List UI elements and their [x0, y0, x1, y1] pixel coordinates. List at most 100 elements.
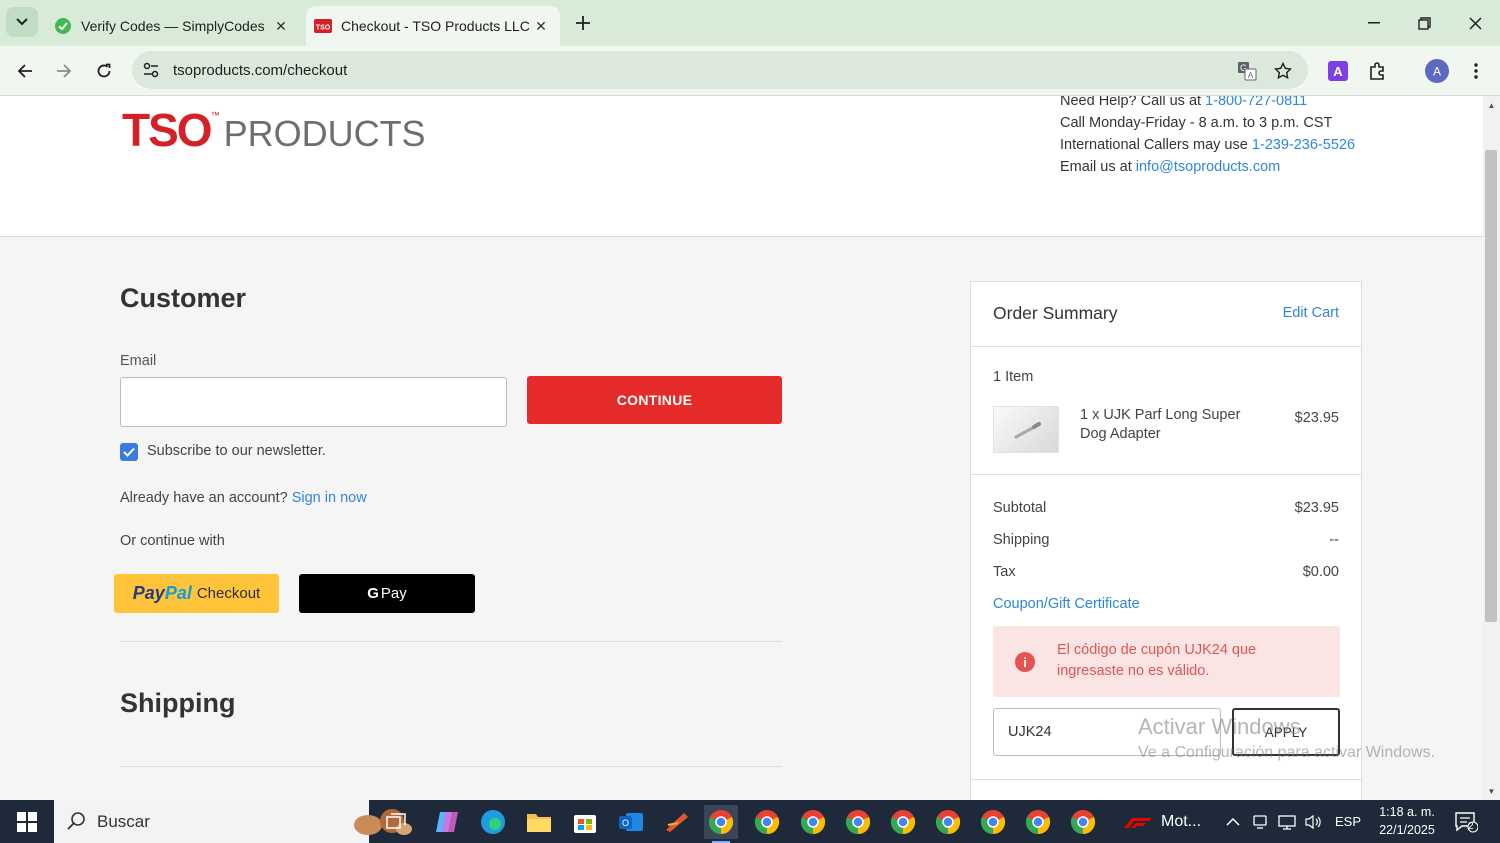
- chrome-icon: [980, 810, 1006, 835]
- show-hidden-icons-button[interactable]: [1226, 800, 1240, 843]
- close-window-button[interactable]: [1460, 8, 1490, 38]
- copilot-button[interactable]: [430, 805, 464, 839]
- tax-value: $0.00: [1302, 564, 1339, 580]
- extensions-button[interactable]: [1365, 58, 1391, 84]
- email-link[interactable]: info@tsoproducts.com: [1136, 159, 1280, 175]
- f1-logo-icon: [1124, 817, 1152, 828]
- chevron-up-icon: [1226, 817, 1240, 826]
- item-name: 1 x UJK Parf Long Super Dog Adapter: [1080, 407, 1241, 442]
- reload-button[interactable]: [89, 56, 119, 86]
- task-view-button[interactable]: [379, 805, 413, 839]
- help-intl-line: International Callers may use 1-239-236-…: [1060, 137, 1356, 153]
- restore-button[interactable]: [1409, 8, 1439, 38]
- paypal-logo-pay: Pay: [132, 583, 165, 603]
- chrome-profile-n-button[interactable]: [931, 805, 965, 839]
- account-prompt: Already have an account? Sign in now: [120, 490, 367, 506]
- system-clock[interactable]: 1:18 a. m. 22/1/2025: [1364, 803, 1450, 839]
- app-button[interactable]: [660, 805, 694, 839]
- product-image-icon: [1014, 422, 1041, 439]
- edit-cart-link[interactable]: Edit Cart: [1283, 305, 1339, 321]
- edge-button[interactable]: [476, 805, 510, 839]
- forward-button[interactable]: [49, 56, 79, 86]
- volume-button[interactable]: [1305, 800, 1323, 843]
- url-text[interactable]: tsoproducts.com/checkout: [173, 62, 347, 79]
- network-button[interactable]: [1278, 800, 1296, 843]
- subtotal-value: $23.95: [1294, 500, 1339, 516]
- customer-heading: Customer: [120, 283, 247, 313]
- shipping-heading: Shipping: [120, 688, 236, 718]
- coupon-gift-certificate-link[interactable]: Coupon/Gift Certificate: [993, 596, 1140, 612]
- scroll-up-arrow-icon[interactable]: ▲: [1483, 98, 1500, 112]
- google-pay-button[interactable]: G Pay: [299, 574, 475, 613]
- gpay-label: Pay: [380, 585, 407, 602]
- meet-now-button[interactable]: [1252, 800, 1268, 843]
- tab-close-icon[interactable]: ✕: [530, 15, 552, 37]
- chrome-profile-j3-button[interactable]: [886, 805, 920, 839]
- help-email-line: Email us at info@tsoproducts.com: [1060, 159, 1281, 175]
- arrow-left-icon: [17, 64, 32, 78]
- chrome-icon: [1070, 810, 1096, 835]
- scroll-down-arrow-icon[interactable]: ▼: [1483, 784, 1500, 798]
- newsletter-label[interactable]: Subscribe to our newsletter.: [147, 443, 326, 459]
- tab-title: Checkout - TSO Products LLC.: [341, 18, 530, 34]
- tso-logo[interactable]: TSO ™ PRODUCTS: [122, 106, 426, 154]
- tab-simplycodes[interactable]: Verify Codes — SimplyCodes ✕: [44, 6, 300, 46]
- chrome-profile-y-button[interactable]: [1066, 805, 1100, 839]
- notifications-button[interactable]: 2: [1454, 800, 1478, 843]
- chrome-profile-n2-button[interactable]: [976, 805, 1010, 839]
- extension-a-button[interactable]: A: [1325, 58, 1351, 84]
- section-divider: [120, 766, 782, 767]
- tab-close-icon[interactable]: ✕: [270, 15, 292, 37]
- site-settings-icon[interactable]: [142, 61, 160, 79]
- phone-link[interactable]: 1-800-727-0811: [1205, 96, 1307, 109]
- bookmark-button[interactable]: [1272, 60, 1294, 82]
- chrome-icon: [708, 810, 734, 835]
- microsoft-store-button[interactable]: [568, 805, 602, 839]
- paypal-checkout-button[interactable]: Pay Pal Checkout: [114, 574, 279, 613]
- close-icon: [1468, 16, 1482, 30]
- chrome-profile-n3-button[interactable]: [1021, 805, 1055, 839]
- chrome-icon: [1025, 810, 1051, 835]
- shipping-label: Shipping: [993, 532, 1050, 548]
- chrome-icon: [754, 810, 780, 835]
- chrome-profile-j-button[interactable]: [750, 805, 784, 839]
- sign-in-link[interactable]: Sign in now: [292, 490, 367, 506]
- paypal-checkout-text: Checkout: [196, 585, 261, 602]
- tab-checkout[interactable]: TSO Checkout - TSO Products LLC. ✕: [306, 6, 560, 46]
- plus-icon: [576, 16, 590, 30]
- google-g-icon: G: [367, 585, 379, 602]
- taskbar-search[interactable]: Buscar: [54, 800, 412, 843]
- avatar: A: [1425, 59, 1449, 83]
- help-info: Need Help? Call us at 1-800-727-0811 Cal…: [1060, 96, 1355, 178]
- paypal-logo-pal: Pal: [164, 583, 192, 603]
- chrome-profile-a-button[interactable]: [704, 805, 738, 843]
- tab-search-button[interactable]: [6, 7, 38, 37]
- windows-watermark-subtitle: Ve a Configuración para activar Windows.: [1138, 744, 1436, 761]
- newsletter-checkbox[interactable]: [120, 443, 138, 461]
- arrow-right-icon: [57, 64, 72, 78]
- back-button[interactable]: [10, 56, 40, 86]
- email-input[interactable]: [120, 377, 507, 427]
- profile-button[interactable]: A: [1424, 58, 1450, 84]
- new-tab-button[interactable]: [570, 10, 596, 36]
- meet-icon: [1253, 814, 1267, 829]
- logo-tso: TSO: [122, 104, 213, 156]
- outlook-button[interactable]: O: [614, 805, 648, 839]
- start-button[interactable]: [0, 800, 54, 843]
- browser-menu-button[interactable]: [1463, 58, 1489, 84]
- tax-row: Tax $0.00: [993, 564, 1339, 580]
- translate-button[interactable]: GA: [1236, 60, 1258, 82]
- taskbar-motorsport-app[interactable]: Mot...: [1124, 800, 1201, 843]
- language-indicator[interactable]: ESP: [1335, 800, 1361, 843]
- minimize-button[interactable]: [1359, 8, 1389, 38]
- chrome-profile-j2-button[interactable]: [796, 805, 830, 839]
- minimize-icon: [1368, 22, 1380, 24]
- clock-date: 22/1/2025: [1379, 823, 1435, 837]
- chrome-profile-b-button[interactable]: [841, 805, 875, 839]
- file-explorer-button[interactable]: [522, 805, 556, 839]
- continue-button[interactable]: CONTINUE: [527, 376, 782, 424]
- intl-phone-link[interactable]: 1-239-236-5526: [1252, 137, 1355, 153]
- shipping-value: --: [1329, 532, 1339, 548]
- address-bar[interactable]: tsoproducts.com/checkout GA: [132, 51, 1308, 89]
- scrollbar-thumb[interactable]: [1485, 150, 1497, 622]
